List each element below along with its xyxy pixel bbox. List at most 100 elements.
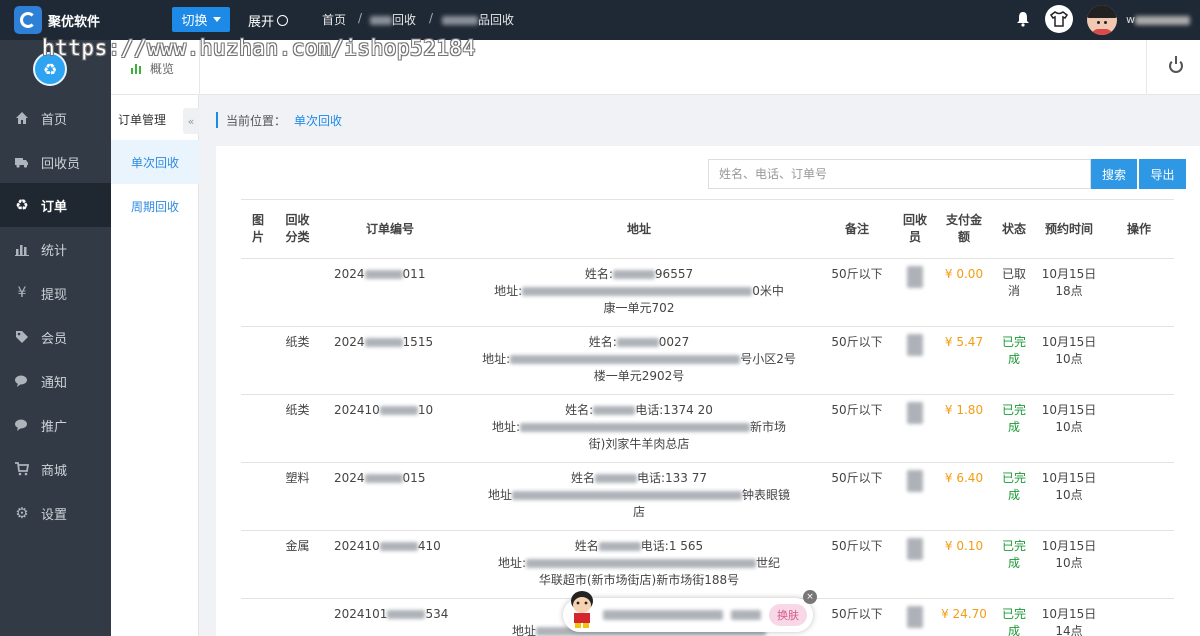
sidebar-item-label: 订单 — [41, 199, 68, 215]
collector-cell — [896, 326, 934, 395]
amount-cell: ¥ 0.00 — [934, 258, 994, 327]
breadcrumb-separator: / — [429, 11, 434, 25]
table-header-row: 图片 回收分类 订单编号 地址 备注 回收员 支付金额 状态 预约时间 操作 — [241, 199, 1174, 259]
gear-icon: ⚙ — [15, 504, 29, 522]
subnav-item-single[interactable]: 单次回收 — [111, 140, 199, 184]
sidebar-item-promote[interactable]: 推广 — [0, 403, 111, 447]
search-button[interactable]: 搜索 — [1091, 159, 1137, 189]
sidebar-item-settings[interactable]: ⚙ 设置 — [0, 491, 111, 535]
skin-icon[interactable] — [1045, 5, 1073, 33]
bell-icon[interactable] — [1016, 11, 1030, 27]
category-cell — [275, 258, 320, 327]
breadcrumb-home[interactable]: 首页 — [322, 11, 346, 28]
sidebar-item-mall[interactable]: 商城 — [0, 447, 111, 491]
subnav-item-periodic[interactable]: 周期回收 — [111, 184, 199, 228]
switch-button[interactable]: 切换 — [172, 7, 230, 32]
sidebar-item-home[interactable]: 首页 — [0, 96, 111, 140]
close-icon[interactable]: × — [803, 590, 817, 604]
blurred-text — [594, 474, 637, 483]
collapse-button[interactable]: « — [183, 108, 199, 134]
blurred-text — [593, 406, 636, 415]
order-number-cell: 202410 10 — [320, 394, 460, 463]
chat-icon — [15, 375, 27, 387]
blurred-text — [907, 334, 923, 356]
location-current[interactable]: 单次回收 — [294, 112, 342, 129]
export-button[interactable]: 导出 — [1139, 159, 1186, 189]
username[interactable]: w — [1126, 13, 1190, 26]
collector-cell — [896, 598, 934, 636]
actions-cell[interactable] — [1104, 258, 1174, 327]
note-cell: 50斤以下 — [818, 598, 896, 636]
actions-cell[interactable] — [1104, 394, 1174, 463]
blurred-text — [379, 542, 418, 551]
appointment-cell: 10月15日 10点 — [1034, 462, 1104, 531]
floating-widget[interactable]: 换肤 × — [563, 590, 817, 632]
amount-cell: ¥ 0.10 — [934, 530, 994, 599]
sidebar-item-collectors[interactable]: 回收员 — [0, 140, 111, 184]
sidebar-item-stats[interactable]: 统计 — [0, 227, 111, 271]
orders-table: 图片 回收分类 订单编号 地址 备注 回收员 支付金额 状态 预约时间 操作 2… — [241, 199, 1174, 636]
sidebar-item-orders[interactable]: ♻ 订单 — [0, 183, 111, 227]
image-cell — [241, 258, 275, 327]
blurred-text — [907, 606, 923, 628]
actions-cell[interactable] — [1104, 462, 1174, 531]
category-cell: 纸类 — [275, 326, 320, 395]
image-cell — [241, 462, 275, 531]
address-cell: 姓名: 96557 地址: 0米中 康一单元702 — [460, 258, 818, 327]
sidebar-item-label: 回收员 — [41, 156, 81, 172]
table-row: 塑料 2024 015 姓名 电话:133 77 地址 钟表眼镜店 50斤以下 ¥ 6.40 已完… — [241, 462, 1174, 531]
sidebar-item-label: 设置 — [41, 507, 68, 523]
appointment-cell: 10月15日 10点 — [1034, 326, 1104, 395]
image-cell — [241, 394, 275, 463]
collector-cell — [896, 462, 934, 531]
caret-down-icon — [212, 17, 221, 22]
amount-cell: ¥ 6.40 — [934, 462, 994, 531]
location-prefix: 当前位置： — [226, 113, 287, 128]
sidebar-item-label: 商城 — [41, 463, 68, 479]
category-cell: 金属 — [275, 530, 320, 599]
sidebar-item-withdraw[interactable]: ¥ 提现 — [0, 271, 111, 315]
collector-cell — [896, 530, 934, 599]
column-header: 订单编号 — [320, 199, 460, 259]
sidebar-item-notify[interactable]: 通知 — [0, 359, 111, 403]
column-header: 地址 — [460, 199, 818, 259]
blurred-text — [364, 338, 403, 347]
cartoon-kid-icon — [571, 591, 593, 628]
expand-button[interactable]: 展开 — [248, 11, 289, 30]
actions-cell[interactable] — [1104, 326, 1174, 395]
bar-chart-icon — [15, 245, 29, 256]
status-cell: 已完成 — [994, 326, 1034, 395]
brand-logo-icon — [14, 6, 42, 34]
actions-cell[interactable] — [1104, 530, 1174, 599]
column-header: 操作 — [1104, 199, 1174, 259]
power-icon[interactable] — [1169, 56, 1183, 73]
image-cell — [241, 326, 275, 395]
sidebar-item-members[interactable]: 会员 — [0, 315, 111, 359]
status-cell: 已完成 — [994, 394, 1034, 463]
blurred-text — [442, 16, 478, 25]
actions-cell[interactable] — [1104, 598, 1174, 636]
breadcrumb-recycle[interactable]: 回收 — [370, 11, 416, 28]
table-row: 纸类 2024 1515 姓名: 0027 地址: 号小区2号 楼一单元2902号 50斤以下 ¥… — [241, 326, 1174, 395]
status-cell: 已完成 — [994, 598, 1034, 636]
blurred-text — [387, 610, 426, 619]
table-row: 金属 202410 410 姓名 电话:1 565 地址: 世纪 华联超市(新市场街店)新市场… — [241, 530, 1174, 599]
blurred-text — [907, 470, 923, 492]
sidebar-item-label: 首页 — [41, 112, 68, 128]
cart-icon — [15, 462, 29, 476]
amount-cell: ¥ 1.80 — [934, 394, 994, 463]
sidebar-item-label: 推广 — [41, 419, 68, 435]
image-cell — [241, 598, 275, 636]
overview-link[interactable]: 概览 — [131, 60, 174, 77]
recycle-icon: ♻ — [15, 196, 29, 214]
blurred-text — [379, 406, 418, 415]
blurred-text — [603, 610, 723, 620]
blurred-text — [370, 16, 392, 25]
note-cell: 50斤以下 — [818, 258, 896, 327]
watermark: https://www.huzhan.com/ishop52184 — [42, 36, 476, 60]
avatar[interactable] — [1087, 5, 1117, 35]
search-input[interactable] — [708, 159, 1091, 189]
address-cell: 姓名 电话:133 77 地址 钟表眼镜店 — [460, 462, 818, 531]
sidebar-item-label: 会员 — [41, 331, 68, 347]
swap-skin-button[interactable]: 换肤 — [769, 604, 807, 626]
